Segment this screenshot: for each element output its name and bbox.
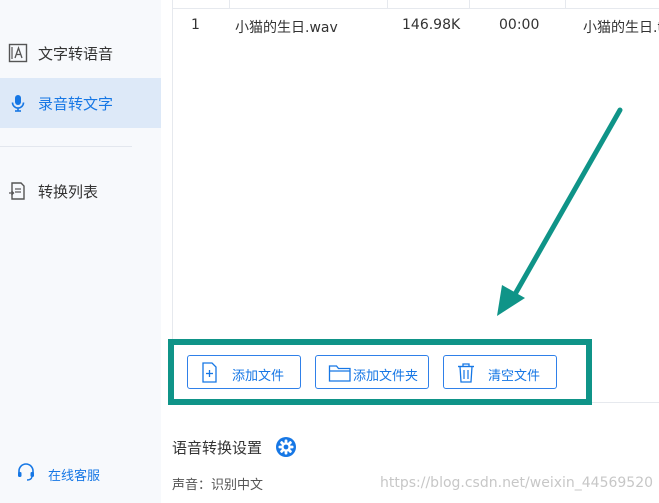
annotation-arrow bbox=[497, 107, 623, 316]
